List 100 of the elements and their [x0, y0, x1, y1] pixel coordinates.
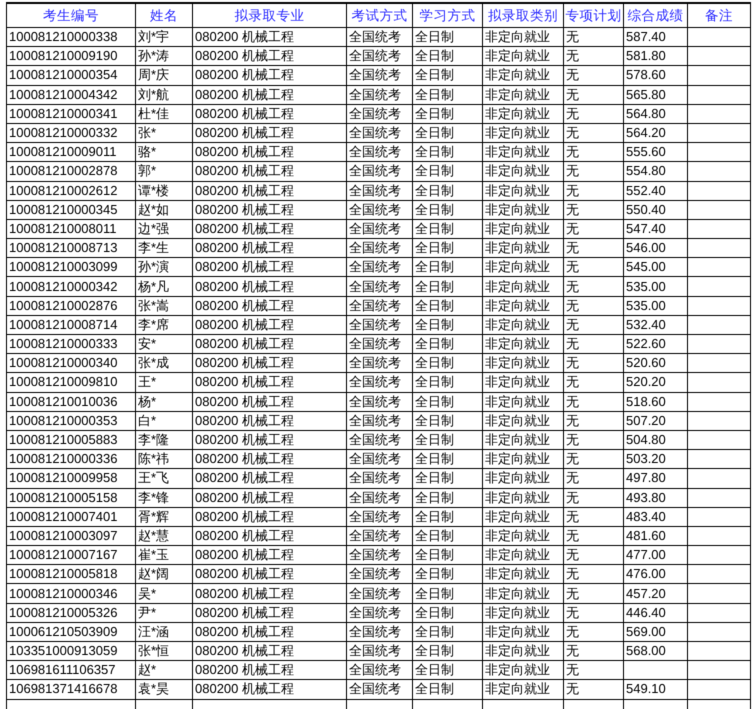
table-cell: 杜*佳	[136, 104, 192, 124]
table-cell: 张*成	[136, 354, 192, 373]
table-cell: 全日制	[412, 181, 482, 200]
table-cell: 520.20	[624, 372, 688, 392]
table-cell: 王*飞	[136, 468, 192, 488]
table-cell: 080200 机械工程	[192, 642, 346, 661]
table-cell: 全日制	[412, 564, 482, 584]
table-cell: 106981371416678	[6, 680, 136, 700]
table-cell: 张*恒	[136, 642, 192, 661]
table-cell: 全国统考	[346, 354, 412, 373]
table-cell: 无	[564, 603, 624, 622]
table-cell: 无	[564, 276, 624, 296]
table-cell: 无	[564, 564, 624, 584]
table-cell: 非定向就业	[482, 296, 564, 316]
table-cell: 全日制	[412, 488, 482, 508]
table-cell: 100081210009958	[6, 468, 136, 488]
column-header: 考试方式	[346, 3, 412, 28]
table-cell: 全国统考	[346, 372, 412, 392]
table-cell: 080200 机械工程	[192, 622, 346, 642]
table-cell: 非定向就业	[482, 238, 564, 258]
table-cell: 全国统考	[346, 296, 412, 316]
table-cell: 非定向就业	[482, 507, 564, 526]
table-cell: 全日制	[412, 468, 482, 488]
table-cell: 非定向就业	[482, 430, 564, 450]
table-cell: 080200 机械工程	[192, 181, 346, 200]
table-cell: 547.40	[624, 219, 688, 239]
table-cell: 全日制	[412, 450, 482, 469]
table-cell: 全国统考	[346, 660, 412, 680]
table-cell: 非定向就业	[482, 622, 564, 642]
table-cell: 全日制	[412, 680, 482, 700]
table-cell: 100081210010036	[6, 392, 136, 412]
table-cell: 王*	[136, 372, 192, 392]
table-cell: 080200 机械工程	[192, 488, 346, 508]
table-cell: 全日制	[412, 28, 482, 47]
table-cell: 100081210000340	[6, 354, 136, 373]
table-cell: 全日制	[412, 354, 482, 373]
table-cell: 549.10	[624, 680, 688, 700]
table-cell: 无	[564, 392, 624, 412]
table-cell: 无	[564, 142, 624, 162]
table-cell: 赵*	[136, 660, 192, 680]
table-cell: 080200 机械工程	[192, 296, 346, 316]
table-cell: 全国统考	[346, 411, 412, 430]
table-cell: 全国统考	[346, 258, 412, 277]
table-cell: 100081210007167	[6, 546, 136, 565]
table-cell: 100081210004342	[6, 85, 136, 104]
table-cell: 非定向就业	[482, 219, 564, 239]
table-cell: 无	[564, 123, 624, 143]
table-cell: 全日制	[412, 162, 482, 181]
table-cell: 100081210000338	[6, 28, 136, 47]
table-cell: 100081210002612	[6, 181, 136, 200]
table-cell: 552.40	[624, 181, 688, 200]
table-cell: 全国统考	[346, 450, 412, 469]
table-cell: 全国统考	[346, 85, 412, 104]
table-cell: 非定向就业	[482, 123, 564, 143]
table-cell: 全国统考	[346, 142, 412, 162]
table-cell: 全国统考	[346, 334, 412, 354]
table-cell: 100081210000341	[6, 104, 136, 124]
table-cell: 非定向就业	[482, 372, 564, 392]
table-cell: 全国统考	[346, 526, 412, 546]
table-cell: 全日制	[412, 296, 482, 316]
table-cell: 565.80	[624, 85, 688, 104]
table-cell: 全日制	[412, 258, 482, 277]
table-cell: 无	[564, 584, 624, 604]
table-cell: 全日制	[412, 46, 482, 66]
table-cell: 080200 机械工程	[192, 66, 346, 86]
table-cell: 全国统考	[346, 219, 412, 239]
table-cell: 胥*辉	[136, 507, 192, 526]
table-cell: 080200 机械工程	[192, 526, 346, 546]
table-cell: 无	[564, 546, 624, 565]
table-cell: 全日制	[412, 123, 482, 143]
table-cell: 080200 机械工程	[192, 354, 346, 373]
table-cell: 全日制	[412, 430, 482, 450]
table-cell: 100081210005883	[6, 430, 136, 450]
table-cell: 无	[564, 622, 624, 642]
table-cell: 100061210503909	[6, 622, 136, 642]
table-cell: 578.60	[624, 66, 688, 86]
table-cell: 080200 机械工程	[192, 238, 346, 258]
table-cell: 非定向就业	[482, 526, 564, 546]
table-cell: 103351000913059	[6, 642, 136, 661]
table-cell: 全日制	[412, 622, 482, 642]
table-cell: 564.80	[624, 104, 688, 124]
table-cell: 532.40	[624, 315, 688, 334]
table-cell: 080200 机械工程	[192, 450, 346, 469]
column-header: 综合成绩	[624, 3, 688, 28]
table-cell: 全国统考	[346, 622, 412, 642]
table-cell: 无	[564, 450, 624, 469]
table-cell: 非定向就业	[482, 276, 564, 296]
table-cell: 非定向就业	[482, 680, 564, 700]
table-cell: 全日制	[412, 392, 482, 412]
table-cell: 非定向就业	[482, 315, 564, 334]
table-cell: 全国统考	[346, 200, 412, 220]
table-cell: 080200 机械工程	[192, 200, 346, 220]
table-cell: 非定向就业	[482, 392, 564, 412]
table-cell: 080200 机械工程	[192, 680, 346, 700]
table-cell: 非定向就业	[482, 200, 564, 220]
table-cell: 全日制	[412, 546, 482, 565]
table-cell: 非定向就业	[482, 488, 564, 508]
table-cell: 非定向就业	[482, 334, 564, 354]
table-cell: 全国统考	[346, 642, 412, 661]
table-cell: 477.00	[624, 546, 688, 565]
